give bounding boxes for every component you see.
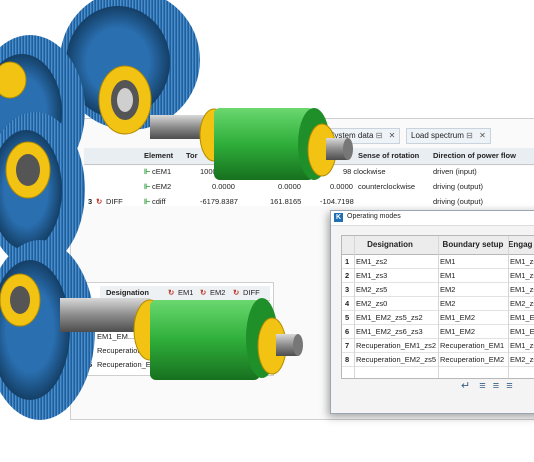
engage-cell[interactable]: EM1_zs2 xyxy=(510,339,534,352)
boundary-cell[interactable]: Recuperation_EM2 xyxy=(440,353,508,366)
column-divider xyxy=(438,236,439,378)
row-number: 1 xyxy=(345,257,350,266)
column-header-engage[interactable]: Engag xyxy=(508,236,534,255)
column-header-boundary-setup[interactable]: Boundary setup xyxy=(438,236,508,255)
engage-cell[interactable]: EM1_EM xyxy=(510,311,534,324)
boundary-cell[interactable]: EM2 xyxy=(440,297,455,310)
column-header-designation[interactable]: Designation xyxy=(342,236,438,255)
move-down-icon[interactable]: ≡ xyxy=(493,380,499,392)
designation-cell[interactable]: Recuperation_EM2_zs5 xyxy=(356,353,436,366)
engage-cell[interactable]: EM2_zs5 xyxy=(510,353,534,366)
row-number: 3 xyxy=(345,285,350,294)
designation-cell[interactable]: EM2_zs5 xyxy=(356,283,387,296)
column-divider xyxy=(354,236,355,378)
engage-cell[interactable]: EM1_zs3 xyxy=(510,269,534,282)
row-number: 5 xyxy=(345,313,350,322)
row-number: 7 xyxy=(345,341,350,350)
move-up-icon[interactable]: ≡ xyxy=(479,380,485,392)
boundary-cell[interactable]: EM1 xyxy=(440,255,455,268)
row-number: 4 xyxy=(345,299,350,308)
engage-cell[interactable]: EM2_zs0 xyxy=(510,297,534,310)
boundary-cell[interactable]: Recuperation_EM1 xyxy=(440,339,508,352)
dialog-toolbar: ↵ ≡ ≡ ≡ xyxy=(461,379,513,392)
boundary-cell[interactable]: EM2 xyxy=(440,283,455,296)
designation-cell[interactable]: Recuperation_EM1_zs2 xyxy=(356,339,436,352)
boundary-cell[interactable]: EM1_EM2 xyxy=(440,325,475,338)
designation-cell[interactable]: EM1_zs2 xyxy=(356,255,387,268)
move-bottom-icon[interactable]: ≡ xyxy=(506,380,512,392)
row-number: 2 xyxy=(345,271,350,280)
engage-cell[interactable]: EM1_zs2 xyxy=(510,255,534,268)
designation-cell[interactable]: EM1_zs3 xyxy=(356,269,387,282)
designation-cell[interactable]: EM1_EM2_zs6_zs3 xyxy=(356,325,423,338)
engage-cell[interactable]: EM1_zs5 xyxy=(510,283,534,296)
app-logo-icon: K xyxy=(334,213,343,222)
designation-cell[interactable]: EM2_zs0 xyxy=(356,297,387,310)
dialog-title: Operating modes xyxy=(347,213,401,220)
column-divider xyxy=(508,236,509,378)
row-number: 6 xyxy=(345,327,350,336)
boundary-cell[interactable]: EM1_EM2 xyxy=(440,311,475,324)
row-number: 8 xyxy=(345,355,350,364)
operating-modes-table: Designation Boundary setup Engag 1 EM1_z… xyxy=(341,235,534,379)
operating-modes-dialog: K Operating modes Designation Boundary s… xyxy=(330,210,534,414)
enter-icon[interactable]: ↵ xyxy=(461,380,470,392)
dialog-titlebar[interactable]: K Operating modes xyxy=(331,211,534,226)
engage-cell[interactable]: EM1_EM xyxy=(510,325,534,338)
designation-cell[interactable]: EM1_EM2_zs5_zs2 xyxy=(356,311,423,324)
motor-em2 xyxy=(150,300,260,380)
boundary-cell[interactable]: EM1 xyxy=(440,269,455,282)
